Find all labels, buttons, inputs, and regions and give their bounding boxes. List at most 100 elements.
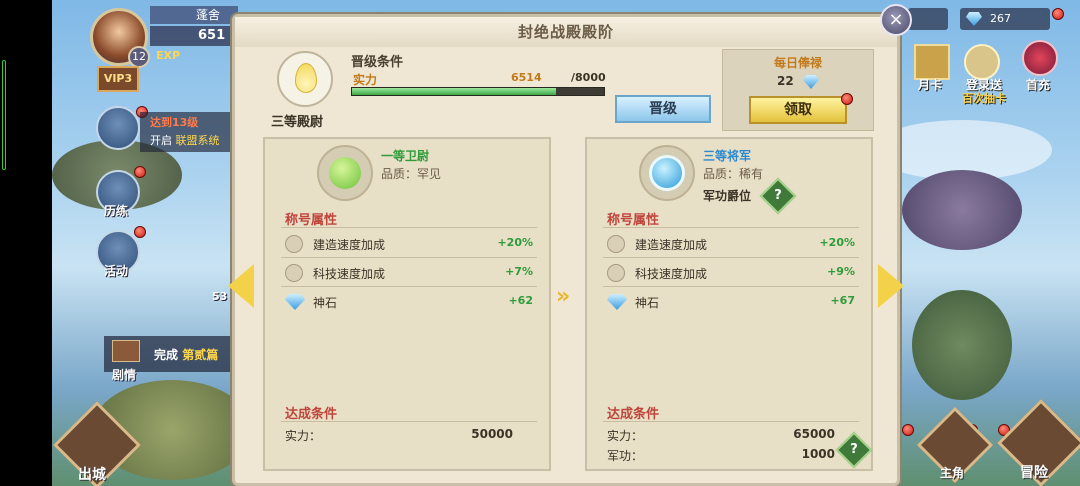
rank-dialog: 封绝战殿殿阶 三等殿尉 晋级条件 实力 6514 /8000 晋级 每日俸禄 2… bbox=[232, 14, 900, 486]
attr-row: 科技速度加成 +7% bbox=[285, 262, 533, 286]
hammer-icon bbox=[285, 235, 303, 253]
notification-dot bbox=[902, 424, 914, 436]
quality-label: 品质： bbox=[381, 167, 418, 181]
hammer-icon bbox=[607, 235, 625, 253]
story-label: 剧情 bbox=[112, 368, 137, 382]
training-icon[interactable] bbox=[96, 106, 140, 150]
gem-icon bbox=[285, 294, 305, 310]
req-value: 1000 bbox=[801, 447, 835, 461]
attr-value: +67 bbox=[830, 294, 855, 307]
monthly-card-label: 月卡 bbox=[918, 78, 943, 92]
first-charge-icon[interactable] bbox=[1022, 40, 1058, 76]
complete-text: 完成 第贰篇 bbox=[154, 346, 218, 363]
adventure-label: 冒险 bbox=[1020, 465, 1048, 481]
notification-dot bbox=[134, 226, 146, 238]
attr-row: 神石 +62 bbox=[285, 291, 533, 315]
req-header: 达成条件 bbox=[607, 407, 660, 422]
screen-bezel bbox=[0, 0, 52, 486]
previous-arrow-icon[interactable] bbox=[228, 264, 254, 308]
quest-target: 联盟系统 bbox=[175, 134, 220, 147]
edge-indicator bbox=[2, 60, 6, 170]
req-label: 实力： bbox=[607, 429, 644, 443]
chevron-right-icon: » bbox=[556, 284, 571, 309]
quality-value: 稀有 bbox=[739, 167, 764, 181]
promotion-condition-title: 晋级条件 bbox=[351, 55, 404, 70]
power-progress-fill bbox=[352, 88, 557, 95]
attr-row: 建造速度加成 +20% bbox=[285, 233, 533, 257]
city-label: 出城 bbox=[78, 467, 106, 483]
flask-icon bbox=[607, 264, 625, 282]
req-row: 实力： 65000 bbox=[607, 427, 835, 447]
attr-value: +62 bbox=[508, 294, 533, 307]
upgrade-button[interactable]: 晋级 bbox=[615, 95, 711, 123]
power-label: 实力 bbox=[353, 73, 378, 87]
quest-open-label: 开启 bbox=[150, 134, 172, 147]
attr-name: 神石 bbox=[635, 296, 660, 310]
power-required: /8000 bbox=[571, 71, 606, 84]
floating-island bbox=[902, 170, 1022, 250]
attr-value: +20% bbox=[497, 236, 533, 249]
quest-subtitle: 开启 联盟系统 bbox=[150, 132, 220, 148]
rank-title: 三等将军 bbox=[703, 149, 752, 163]
rank-title: 一等卫尉 bbox=[381, 149, 430, 163]
attr-row: 科技速度加成 +9% bbox=[607, 262, 855, 286]
gem-count: 267 bbox=[990, 12, 1011, 25]
divider bbox=[281, 227, 537, 228]
rank-card-target: 三等将军 品质：稀有 军功爵位 ? 称号属性 建造速度加成 +20% 科技速度加… bbox=[585, 137, 873, 471]
vip-badge[interactable]: VIP3 bbox=[97, 66, 139, 92]
hero-label: 主角 bbox=[940, 466, 965, 480]
attr-name: 神石 bbox=[313, 296, 338, 310]
monthly-card-icon[interactable] bbox=[914, 44, 950, 80]
gem-icon bbox=[803, 75, 819, 89]
training-label: 历练 bbox=[104, 204, 129, 218]
daily-salary-amount: 22 bbox=[777, 74, 794, 88]
req-row: 实力： 50000 bbox=[285, 427, 513, 447]
attr-value: +7% bbox=[505, 265, 533, 278]
orb-icon bbox=[639, 145, 695, 201]
military-rank-label: 军功爵位 bbox=[703, 189, 752, 203]
divider bbox=[603, 257, 859, 258]
divider bbox=[603, 227, 859, 228]
quality-label: 品质： bbox=[703, 167, 740, 181]
login-gift-sub: 百次抽卡 bbox=[962, 92, 1006, 105]
player-name: 蓬舍 bbox=[150, 6, 238, 24]
player-level-badge: 12 bbox=[128, 46, 150, 68]
claim-button[interactable]: 领取 bbox=[749, 96, 847, 124]
attr-name: 科技速度加成 bbox=[313, 267, 386, 281]
login-gift-icon[interactable] bbox=[964, 44, 1000, 80]
close-icon[interactable]: × bbox=[880, 4, 912, 36]
attr-value: +9% bbox=[827, 265, 855, 278]
help-icon[interactable]: ? bbox=[835, 431, 873, 469]
flask-icon bbox=[285, 264, 303, 282]
attr-name: 科技速度加成 bbox=[635, 267, 708, 281]
notification-dot bbox=[841, 93, 853, 105]
rank-quality: 品质：罕见 bbox=[381, 165, 441, 182]
daily-salary-panel: 每日俸禄 22 领取 bbox=[722, 49, 874, 131]
complete-label: 完成 bbox=[154, 348, 179, 362]
req-header: 达成条件 bbox=[285, 407, 338, 422]
attr-name: 建造速度加成 bbox=[635, 238, 708, 252]
daily-salary-title: 每日俸禄 bbox=[773, 56, 822, 70]
rank-quality: 品质：稀有 bbox=[703, 165, 763, 182]
req-value: 65000 bbox=[793, 427, 835, 441]
next-arrow-icon[interactable] bbox=[878, 264, 904, 308]
floating-island bbox=[912, 290, 1012, 400]
quality-value: 罕见 bbox=[417, 167, 442, 181]
side-number: 53 bbox=[212, 290, 228, 303]
dialog-title: 封绝战殿殿阶 bbox=[235, 17, 897, 47]
power-current: 6514 bbox=[511, 71, 542, 84]
req-value: 50000 bbox=[471, 427, 513, 441]
player-power: 651 bbox=[150, 26, 240, 46]
attr-row: 建造速度加成 +20% bbox=[607, 233, 855, 257]
attr-name: 建造速度加成 bbox=[313, 238, 386, 252]
activity-label: 活动 bbox=[104, 264, 129, 278]
attr-header: 称号属性 bbox=[285, 213, 338, 228]
power-progress-bar bbox=[351, 87, 605, 96]
complete-target: 第贰篇 bbox=[182, 348, 219, 362]
req-label: 军功： bbox=[607, 449, 644, 463]
quest-title: 达到13级 bbox=[150, 116, 199, 129]
gem-resource[interactable]: 267 bbox=[960, 8, 1050, 30]
notification-dot bbox=[1052, 8, 1064, 20]
story-icon[interactable] bbox=[112, 340, 140, 362]
help-icon[interactable]: ? bbox=[759, 177, 797, 215]
